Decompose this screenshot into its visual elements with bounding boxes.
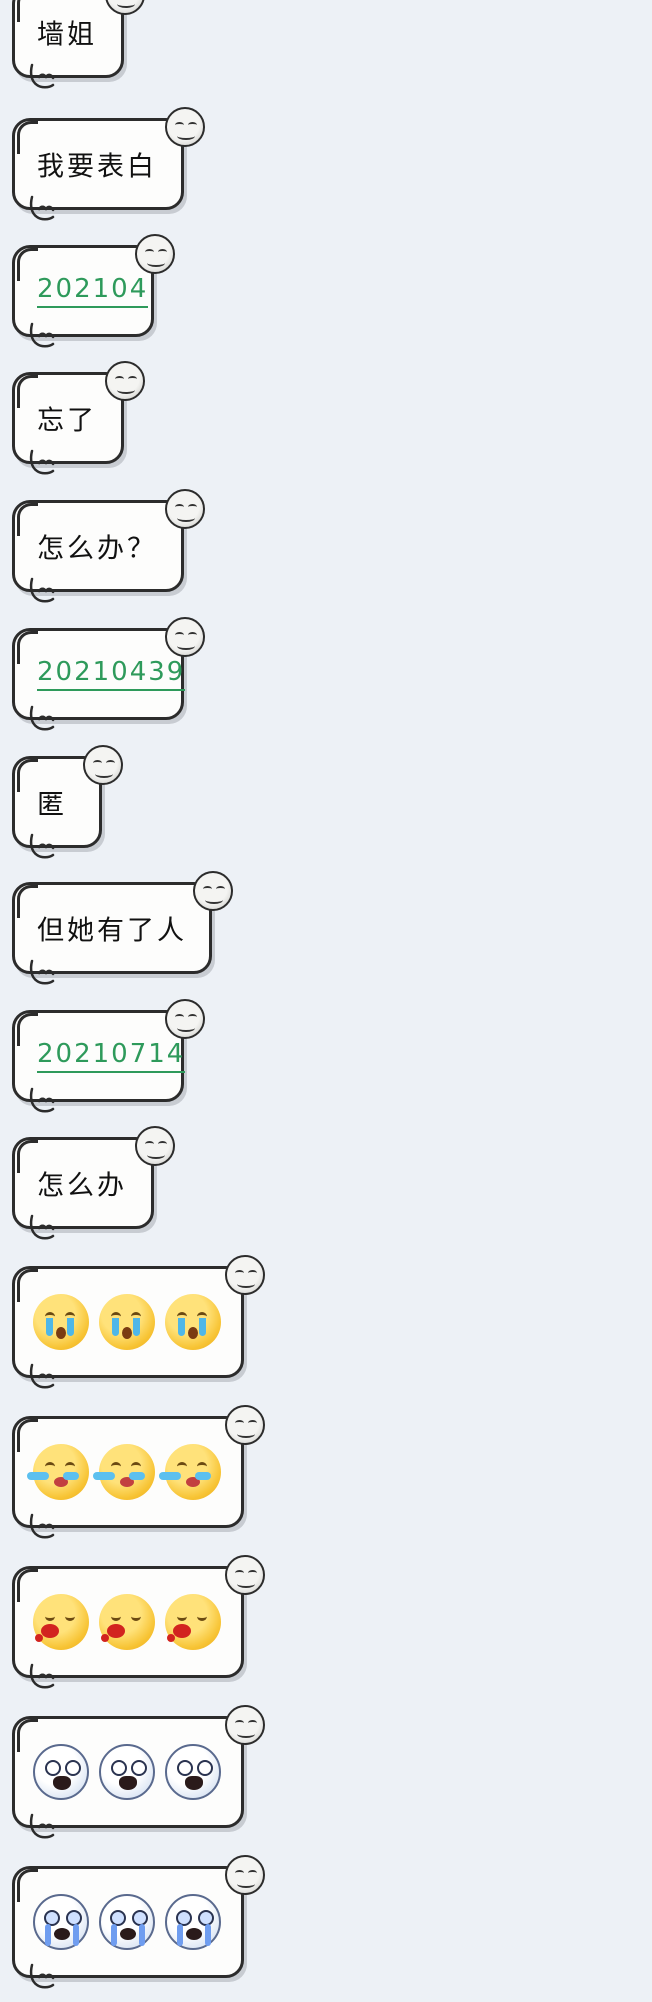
cat-paw-icon [29, 833, 63, 859]
meme-face-icon [165, 617, 205, 657]
wailing-face-emoji [165, 1894, 221, 1950]
message-text: 忘了 [37, 405, 97, 437]
emoji-row [33, 1294, 221, 1350]
meme-face-icon [225, 1855, 265, 1895]
cat-paw-icon [29, 322, 63, 348]
meme-face-icon [165, 489, 205, 529]
cat-paw-icon [29, 1663, 63, 1689]
message-text: 我要表白 [37, 151, 157, 183]
message-bubble[interactable]: 怎么办？ [12, 489, 205, 603]
crying-face-emoji [33, 1294, 89, 1350]
screaming-face-emoji [165, 1744, 221, 1800]
cat-paw-icon [29, 1087, 63, 1113]
loudly-sobbing-face-emoji [27, 1444, 89, 1500]
message-link-text[interactable]: 20210439 [37, 657, 186, 691]
meme-face-icon [225, 1705, 265, 1745]
meme-face-icon [105, 361, 145, 401]
message-bubble[interactable] [12, 1255, 265, 1389]
bubble-curl-decoration [17, 759, 38, 792]
bubble-curl-decoration [17, 375, 38, 408]
meme-face-icon [193, 871, 233, 911]
cat-paw-icon [29, 959, 63, 985]
bubble-curl-decoration [17, 1140, 38, 1173]
message-bubble[interactable]: 忘了 [12, 361, 145, 475]
message-bubble[interactable]: 墙姐 [12, 0, 145, 89]
message-bubble[interactable]: 但她有了人 [12, 871, 233, 985]
emoji-row [33, 1594, 221, 1650]
bubble-curl-decoration [17, 885, 38, 918]
emoji-row [33, 1894, 221, 1950]
bubble-curl-decoration [17, 121, 38, 154]
message-bubble[interactable] [12, 1405, 265, 1539]
message-text: 怎么办？ [37, 533, 157, 565]
bubble-curl-decoration [17, 248, 38, 281]
wailing-face-emoji [33, 1894, 89, 1950]
bubble-curl-decoration [17, 0, 38, 22]
cat-paw-icon [29, 1513, 63, 1539]
message-bubble[interactable]: 匿 [12, 745, 123, 859]
message-text: 但她有了人 [37, 915, 187, 947]
emoji-row [27, 1444, 221, 1500]
message-bubble[interactable]: 202104 [12, 234, 175, 348]
message-bubble[interactable]: 20210714 [12, 999, 205, 1113]
message-bubble[interactable] [12, 1555, 265, 1689]
wailing-face-emoji [99, 1894, 155, 1950]
message-bubble[interactable]: 我要表白 [12, 107, 205, 221]
chat-message-list: 墙姐我要表白 202104 忘了怎么办？ 20210439 匿但她有了人 20210714… [0, 0, 652, 2002]
bubble-curl-decoration [17, 503, 38, 536]
cat-paw-icon [29, 705, 63, 731]
cat-paw-icon [29, 1813, 63, 1839]
cat-paw-icon [29, 1214, 63, 1240]
loudly-sobbing-face-emoji [159, 1444, 221, 1500]
spitting-blood-face-emoji [165, 1594, 221, 1650]
cat-paw-icon [29, 63, 63, 89]
meme-face-icon [135, 234, 175, 274]
cat-paw-icon [29, 1363, 63, 1389]
crying-face-emoji [99, 1294, 155, 1350]
meme-face-icon [225, 1255, 265, 1295]
message-bubble[interactable]: 20210439 [12, 617, 205, 731]
spitting-blood-face-emoji [33, 1594, 89, 1650]
cat-paw-icon [29, 1963, 63, 1989]
cat-paw-icon [29, 577, 63, 603]
emoji-row [33, 1744, 221, 1800]
message-link-text[interactable]: 20210714 [37, 1039, 186, 1073]
bubble-curl-decoration [17, 1013, 38, 1046]
cat-paw-icon [29, 195, 63, 221]
message-bubble[interactable] [12, 1705, 265, 1839]
screaming-face-emoji [33, 1744, 89, 1800]
cat-paw-icon [29, 449, 63, 475]
crying-face-emoji [165, 1294, 221, 1350]
message-bubble[interactable]: 怎么办 [12, 1126, 175, 1240]
meme-face-icon [225, 1405, 265, 1445]
message-link-text[interactable]: 202104 [37, 274, 149, 308]
meme-face-icon [83, 745, 123, 785]
message-text: 怎么办 [37, 1170, 127, 1202]
meme-face-icon [225, 1555, 265, 1595]
message-bubble[interactable] [12, 1855, 265, 1989]
message-text: 墙姐 [37, 19, 97, 51]
meme-face-icon [165, 999, 205, 1039]
message-text: 匿 [37, 789, 67, 821]
meme-face-icon [105, 0, 145, 15]
bubble-curl-decoration [17, 631, 38, 664]
loudly-sobbing-face-emoji [93, 1444, 155, 1500]
meme-face-icon [135, 1126, 175, 1166]
screaming-face-emoji [99, 1744, 155, 1800]
spitting-blood-face-emoji [99, 1594, 155, 1650]
meme-face-icon [165, 107, 205, 147]
